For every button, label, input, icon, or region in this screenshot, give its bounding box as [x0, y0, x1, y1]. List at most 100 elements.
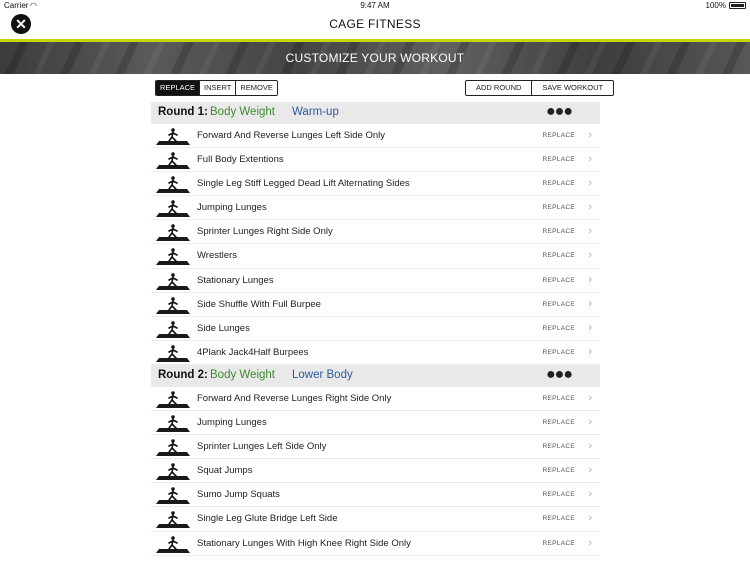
mode-insert-tab[interactable]: INSERT	[200, 81, 237, 95]
round-category: Body Weight	[210, 368, 275, 381]
exercise-thumbnail	[156, 487, 190, 505]
exercise-thumbnail	[156, 296, 190, 314]
exercise-name: Jumping Lunges	[197, 417, 267, 429]
save-workout-button[interactable]: SAVE WORKOUT	[532, 81, 614, 95]
replace-exercise-button[interactable]: REPLACE	[543, 443, 575, 450]
exercise-row[interactable]: 4Plank Jack4Half Burpees REPLACE ›	[151, 341, 600, 365]
mode-replace-tab[interactable]: REPLACE	[156, 81, 201, 95]
chevron-right-icon[interactable]: ›	[588, 153, 592, 165]
round-type: Warm-up	[292, 106, 339, 118]
replace-exercise-button[interactable]: REPLACE	[543, 204, 575, 211]
exercise-row[interactable]: Side Shuffle With Full Burpee REPLACE ›	[151, 293, 600, 317]
chevron-right-icon[interactable]: ›	[588, 249, 592, 261]
exercise-row[interactable]: Jumping Lunges REPLACE ›	[151, 196, 600, 221]
exercise-name: Side Shuffle With Full Burpee	[197, 298, 321, 310]
exercise-row[interactable]: Sprinter Lunges Right Side Only REPLACE ›	[151, 220, 600, 245]
replace-exercise-button[interactable]: REPLACE	[543, 180, 575, 187]
chevron-right-icon[interactable]: ›	[588, 512, 592, 524]
exercise-thumbnail	[156, 345, 190, 362]
exercise-row[interactable]: Single Leg Glute Bridge Left Side REPLACE…	[151, 507, 600, 532]
round-header: Round 1: Body Weight Warm-up ●●●	[151, 102, 600, 124]
exercise-thumbnail	[156, 200, 190, 218]
exercise-row[interactable]: Sprinter Lunges Left Side Only REPLACE ›	[151, 435, 600, 460]
chevron-right-icon[interactable]: ›	[588, 464, 592, 476]
more-dots-icon[interactable]: ●●●	[546, 366, 573, 384]
exercise-row[interactable]: Single Leg Stiff Legged Dead Lift Altern…	[151, 172, 600, 197]
exercise-name: Stationary Lunges	[197, 274, 274, 286]
replace-exercise-button[interactable]: REPLACE	[543, 325, 575, 332]
chevron-right-icon[interactable]: ›	[588, 177, 592, 189]
mode-remove-tab[interactable]: REMOVE	[236, 81, 277, 95]
replace-exercise-button[interactable]: REPLACE	[543, 467, 575, 474]
exercise-thumbnail	[156, 248, 190, 266]
chevron-right-icon[interactable]: ›	[588, 537, 592, 549]
exercise-row[interactable]: Forward And Reverse Lunges Left Side Onl…	[151, 124, 600, 149]
chevron-right-icon[interactable]: ›	[588, 225, 592, 237]
round-header: Round 2: Body Weight Lower Body ●●●	[151, 364, 600, 387]
replace-exercise-button[interactable]: REPLACE	[543, 349, 575, 356]
more-dots-icon[interactable]: ●●●	[546, 103, 573, 121]
workout-banner: CUSTOMIZE YOUR WORKOUT	[0, 42, 750, 74]
chevron-right-icon[interactable]: ›	[588, 346, 592, 358]
exercise-thumbnail	[156, 152, 190, 170]
exercise-row[interactable]: Wrestlers REPLACE ›	[151, 244, 600, 269]
add-round-button[interactable]: ADD ROUND	[466, 81, 533, 95]
workout-list: Round 1: Body Weight Warm-up ●●● Forward And…	[151, 102, 600, 556]
exercise-row[interactable]: Side Lunges REPLACE ›	[151, 317, 600, 341]
replace-exercise-button[interactable]: REPLACE	[543, 228, 575, 235]
app-title: CAGE FITNESS	[329, 17, 421, 31]
replace-exercise-button[interactable]: REPLACE	[543, 132, 575, 139]
battery-icon	[729, 2, 746, 9]
status-bar: Carrier ◠ 9:47 AM 100%	[0, 0, 750, 12]
exercise-name: Forward And Reverse Lunges Left Side Onl…	[197, 130, 385, 141]
exercise-name: Sumo Jump Squats	[197, 489, 280, 501]
chevron-right-icon[interactable]: ›	[588, 440, 592, 452]
replace-exercise-button[interactable]: REPLACE	[543, 515, 575, 522]
replace-exercise-button[interactable]: REPLACE	[543, 419, 575, 426]
exercise-name: Side Lunges	[197, 322, 250, 334]
round-type: Lower Body	[292, 368, 353, 381]
exercise-name: Squat Jumps	[197, 465, 253, 477]
exercise-thumbnail	[156, 439, 190, 457]
exercise-thumbnail	[156, 511, 190, 529]
chevron-right-icon[interactable]: ›	[588, 392, 592, 404]
replace-exercise-button[interactable]: REPLACE	[543, 277, 575, 284]
exercise-thumbnail	[156, 463, 190, 481]
chevron-right-icon[interactable]: ›	[588, 129, 592, 141]
chevron-right-icon[interactable]: ›	[588, 322, 592, 334]
exercise-name: Stationary Lunges With High Knee Right S…	[197, 537, 411, 549]
replace-exercise-button[interactable]: REPLACE	[543, 156, 575, 163]
exercise-name: Single Leg Glute Bridge Left Side	[197, 513, 338, 525]
exercise-thumbnail	[156, 535, 190, 553]
chevron-right-icon[interactable]: ›	[588, 298, 592, 310]
exercise-thumbnail	[156, 272, 190, 290]
chevron-right-icon[interactable]: ›	[588, 488, 592, 500]
exercise-row[interactable]: Sumo Jump Squats REPLACE ›	[151, 483, 600, 508]
chevron-right-icon[interactable]: ›	[588, 416, 592, 428]
exercise-row[interactable]: Jumping Lunges REPLACE ›	[151, 411, 600, 436]
chevron-right-icon[interactable]: ›	[588, 201, 592, 213]
replace-exercise-button[interactable]: REPLACE	[543, 491, 575, 498]
exercise-thumbnail	[156, 415, 190, 433]
chevron-right-icon[interactable]: ›	[588, 274, 592, 286]
exercise-row[interactable]: Full Body Extentions REPLACE ›	[151, 148, 600, 173]
workout-actions: ADD ROUND SAVE WORKOUT	[465, 80, 615, 96]
exercise-row[interactable]: Stationary Lunges REPLACE ›	[151, 269, 600, 293]
replace-exercise-button[interactable]: REPLACE	[543, 301, 575, 308]
exercise-thumbnail	[156, 224, 190, 242]
exercise-name: Sprinter Lunges Right Side Only	[197, 226, 333, 238]
exercise-row[interactable]: Squat Jumps REPLACE ›	[151, 459, 600, 484]
exercise-row[interactable]: Forward And Reverse Lunges Right Side On…	[151, 387, 600, 412]
replace-exercise-button[interactable]: REPLACE	[543, 252, 575, 259]
exercise-name: Single Leg Stiff Legged Dead Lift Altern…	[197, 178, 410, 190]
exercise-row[interactable]: Stationary Lunges With High Knee Right S…	[151, 532, 600, 556]
replace-exercise-button[interactable]: REPLACE	[543, 540, 575, 547]
mode-segmented-control: REPLACE INSERT REMOVE	[155, 80, 278, 96]
exercise-name: Wrestlers	[197, 250, 237, 262]
status-time: 9:47 AM	[360, 1, 390, 10]
replace-exercise-button[interactable]: REPLACE	[543, 395, 575, 402]
battery-percent: 100%	[705, 1, 726, 10]
nav-bar: ✕ CAGE FITNESS	[0, 12, 750, 39]
exercise-thumbnail	[156, 128, 190, 145]
round-category: Body Weight	[210, 106, 275, 118]
